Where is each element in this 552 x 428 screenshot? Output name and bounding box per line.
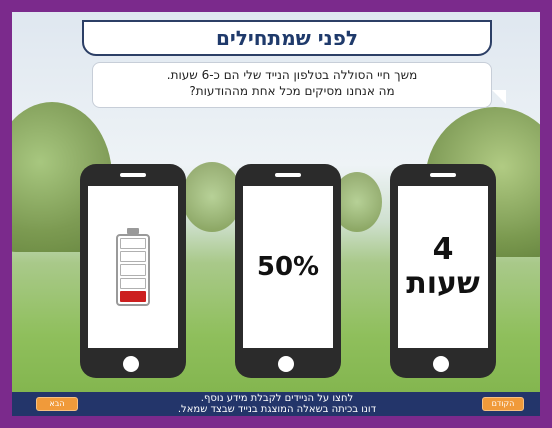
percentage-text: 50% <box>256 252 320 282</box>
phone-speaker <box>430 173 456 177</box>
battery-body <box>116 234 150 306</box>
phone-speaker <box>275 173 301 177</box>
bubble-line-2: מה אנחנו מסיקים מכל אחת מההודעות? <box>189 84 395 98</box>
phone-screen: 4 שעות <box>398 186 488 348</box>
previous-button[interactable]: הקודם <box>482 397 524 411</box>
hours-display: 4 שעות <box>406 233 480 301</box>
speech-bubble-tail <box>492 90 506 104</box>
next-button[interactable]: הבא <box>36 397 78 411</box>
page-frame: לפני שמתחילים משך חיי הסוללה בטלפון הניי… <box>0 0 552 428</box>
battery-cell <box>120 264 146 276</box>
phone-home-button <box>123 356 139 372</box>
phone-speaker <box>120 173 146 177</box>
battery-cell <box>120 251 146 263</box>
page-title: לפני שמתחילים <box>215 26 358 50</box>
phone-battery[interactable] <box>80 164 186 378</box>
slide-stage: לפני שמתחילים משך חיי הסוללה בטלפון הניי… <box>12 12 540 416</box>
phone-hours[interactable]: 4 שעות <box>390 164 496 378</box>
title-banner: לפני שמתחילים <box>82 20 492 56</box>
bubble-line-1: משך חיי הסוללה בטלפון הנייד שלי הם כ-6 ש… <box>166 68 418 82</box>
phone-screen <box>88 186 178 348</box>
hours-number: 4 <box>432 232 454 267</box>
phone-home-button <box>278 356 294 372</box>
phone-screen: 50% <box>243 186 333 348</box>
footer-bar: הבא לחצו על הניידים לקבלת מידע נוסף. דונ… <box>12 392 540 416</box>
background-tree <box>182 162 242 232</box>
battery-cell <box>120 290 146 303</box>
footer-instructions: לחצו על הניידים לקבלת מידע נוסף. דונו בכ… <box>132 393 422 415</box>
footer-line-2: דונו בכיתה בשאלה המוצגת בנייד שבצד שמאל. <box>177 404 377 415</box>
phone-percentage[interactable]: 50% <box>235 164 341 378</box>
battery-icon <box>116 228 150 306</box>
hours-word: שעות <box>406 266 480 301</box>
battery-cell <box>120 277 146 289</box>
speech-bubble: משך חיי הסוללה בטלפון הנייד שלי הם כ-6 ש… <box>92 62 492 108</box>
footer-line-1: לחצו על הניידים לקבלת מידע נוסף. <box>200 393 354 404</box>
phone-home-button <box>433 356 449 372</box>
battery-cell <box>120 238 146 250</box>
